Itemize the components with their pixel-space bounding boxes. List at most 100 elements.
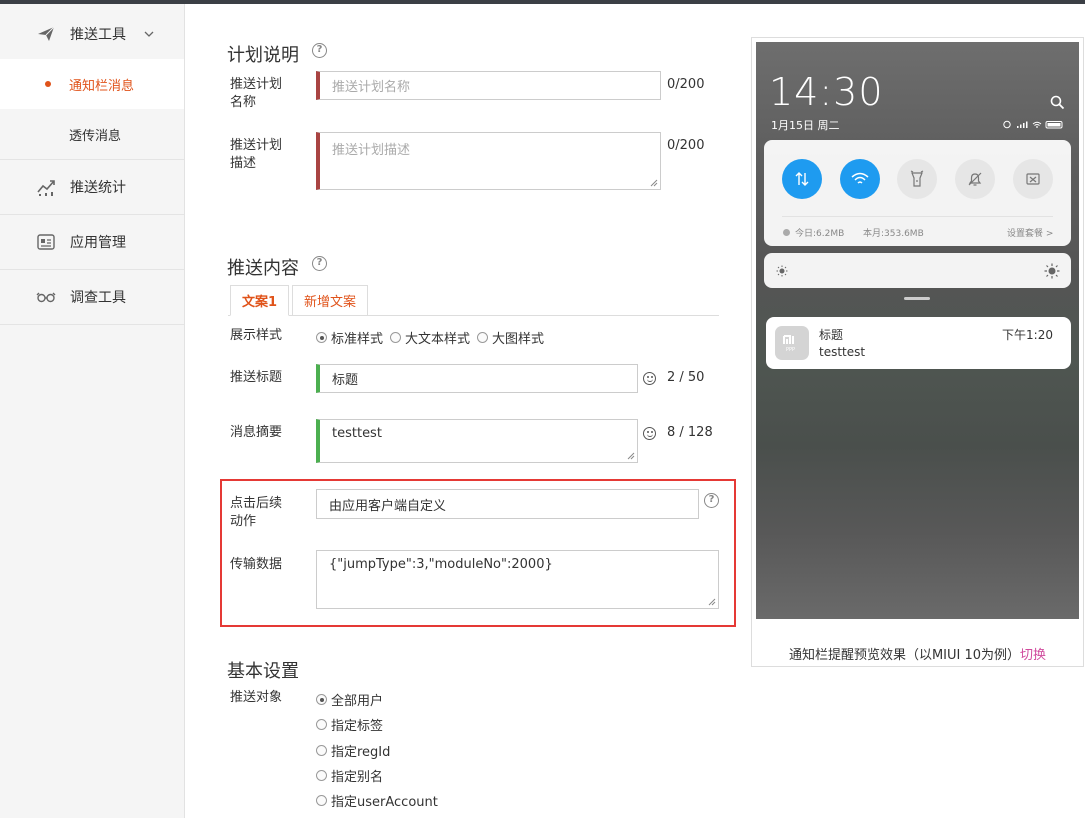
transfer-data-textarea[interactable]: {"jumpType":3,"moduleNo":2000} xyxy=(316,550,719,609)
glasses-icon xyxy=(36,292,56,303)
plan-desc-label: 推送计划描述 xyxy=(230,138,283,171)
help-icon[interactable]: ? xyxy=(312,43,327,58)
radio-target-all[interactable]: 全部用户 xyxy=(316,690,383,709)
sidebar-item-label: 推送工具 xyxy=(70,27,126,43)
notification-card[interactable]: PPP 标题 testtest 下午1:20 xyxy=(766,317,1071,369)
radio-label: 标准样式 xyxy=(331,332,384,347)
style-label: 展示样式 xyxy=(230,328,283,343)
phone-screen: 14:30 1月15日 周二 今日:6.2MB 本月:353.6MB 设置套餐 … xyxy=(756,42,1079,619)
sidebar-item-label: 推送统计 xyxy=(70,180,126,196)
emoji-icon[interactable] xyxy=(643,427,656,440)
notification-title: 标题 xyxy=(819,328,844,342)
mute-toggle[interactable] xyxy=(955,159,995,199)
sidebar-item-notification-message[interactable]: 通知栏消息 xyxy=(0,59,184,109)
radio-target-useraccount[interactable]: 指定userAccount xyxy=(316,791,438,810)
radio-standard-style[interactable]: 标准样式 xyxy=(316,328,383,347)
radio-icon xyxy=(316,770,327,781)
radio-target-alias[interactable]: 指定别名 xyxy=(316,766,383,785)
radio-icon xyxy=(316,745,327,756)
content-section-title: 推送内容 xyxy=(227,258,299,279)
plan-settings-link[interactable]: 设置套餐 > xyxy=(1007,226,1053,239)
sidebar-item-label: 透传消息 xyxy=(69,128,122,144)
sidebar-item-label: 应用管理 xyxy=(70,235,126,251)
notification-time: 下午1:20 xyxy=(1002,328,1053,342)
radio-bigtext-style[interactable]: 大文本样式 xyxy=(390,328,470,347)
radio-icon xyxy=(477,332,488,343)
sidebar-item-app-management[interactable]: 应用管理 xyxy=(0,215,184,270)
sidebar-item-passthrough-message[interactable]: 透传消息 xyxy=(0,109,184,160)
basic-section-title: 基本设置 xyxy=(227,661,299,682)
plan-desc-counter: 0/200 xyxy=(667,138,705,153)
today-usage: 今日:6.2MB xyxy=(795,229,845,239)
active-dot xyxy=(45,81,51,87)
switch-link[interactable]: 切换 xyxy=(1020,648,1046,663)
help-icon[interactable]: ? xyxy=(704,493,719,508)
summary-label: 消息摘要 xyxy=(230,425,283,440)
click-action-label: 点击后续动作 xyxy=(230,496,283,529)
plan-section-title: 计划说明 xyxy=(227,45,299,66)
brightness-bar[interactable] xyxy=(764,253,1071,288)
summary-textarea[interactable]: testtest xyxy=(316,419,638,463)
radio-bigimage-style[interactable]: 大图样式 xyxy=(477,328,544,347)
flashlight-icon xyxy=(910,170,924,187)
content-tabs: 文案1 新增文案 xyxy=(228,285,719,316)
tab-copy-1[interactable]: 文案1 xyxy=(230,285,289,316)
emoji-icon[interactable] xyxy=(643,372,656,385)
caption-text: 通知栏提醒预览效果（以MIUI 10为例） xyxy=(788,648,1021,663)
status-icons xyxy=(1003,120,1063,129)
radio-target-tag[interactable]: 指定标签 xyxy=(316,715,383,734)
quick-settings-panel: 今日:6.2MB 本月:353.6MB 设置套餐 > xyxy=(764,140,1071,246)
radio-icon xyxy=(390,332,401,343)
radio-target-regid[interactable]: 指定regId xyxy=(316,741,390,760)
plan-name-label: 推送计划名称 xyxy=(230,77,283,110)
drag-handle[interactable] xyxy=(904,297,930,300)
paper-plane-icon xyxy=(38,26,55,41)
resize-handle-icon[interactable] xyxy=(627,452,635,460)
transfer-data-value: {"jumpType":3,"moduleNo":2000} xyxy=(329,557,553,572)
radio-icon xyxy=(316,332,327,343)
resize-handle-icon[interactable] xyxy=(708,598,716,606)
push-title-label: 推送标题 xyxy=(230,370,283,385)
radio-label: 指定别名 xyxy=(331,770,384,785)
plan-name-input[interactable]: 推送计划名称 xyxy=(316,71,661,100)
bell-off-icon xyxy=(968,172,982,186)
radio-icon xyxy=(316,719,327,730)
wifi-toggle[interactable] xyxy=(840,159,880,199)
app-card-icon xyxy=(37,234,55,250)
radio-label: 大文本样式 xyxy=(405,332,471,347)
help-icon[interactable]: ? xyxy=(312,256,327,271)
summary-value: testtest xyxy=(332,426,382,441)
preview-panel: 14:30 1月15日 周二 今日:6.2MB 本月:353.6MB 设置套餐 … xyxy=(751,37,1084,667)
wifi-icon xyxy=(851,172,869,184)
stats-icon xyxy=(37,180,55,196)
mi-app-icon: PPP xyxy=(775,326,809,360)
preview-caption: 通知栏提醒预览效果（以MIUI 10为例）切换 xyxy=(752,644,1083,663)
plan-name-counter: 0/200 xyxy=(667,77,705,92)
screenshot-icon xyxy=(1026,173,1040,185)
radio-icon xyxy=(316,694,327,705)
svg-text:PPP: PPP xyxy=(786,347,795,353)
sidebar-item-survey-tools[interactable]: 调查工具 xyxy=(0,270,184,325)
search-icon xyxy=(1050,95,1065,110)
mobile-data-toggle[interactable] xyxy=(782,159,822,199)
sidebar-item-push-tools[interactable]: 推送工具 xyxy=(0,7,184,62)
notification-body: testtest xyxy=(819,345,866,359)
target-label: 推送对象 xyxy=(230,690,283,705)
radio-label: 指定userAccount xyxy=(331,795,438,810)
tab-add-copy[interactable]: 新增文案 xyxy=(292,285,368,316)
clock-time: 14:30 xyxy=(769,70,884,114)
screenshot-toggle[interactable] xyxy=(1013,159,1053,199)
click-action-select[interactable]: 由应用客户端自定义 xyxy=(316,489,699,519)
brightness-high-icon xyxy=(1044,263,1060,279)
radio-label: 大图样式 xyxy=(492,332,545,347)
sidebar-item-push-stats[interactable]: 推送统计 xyxy=(0,160,184,215)
flashlight-toggle[interactable] xyxy=(897,159,937,199)
plan-desc-textarea[interactable]: 推送计划描述 xyxy=(316,132,661,190)
radio-label: 指定regId xyxy=(331,745,391,760)
sidebar-item-label: 调查工具 xyxy=(70,290,126,306)
radio-label: 指定标签 xyxy=(331,719,384,734)
push-title-input[interactable]: 标题 xyxy=(316,364,638,393)
month-usage: 本月:353.6MB xyxy=(863,229,924,239)
resize-handle-icon[interactable] xyxy=(650,179,658,187)
clock-date: 1月15日 周二 xyxy=(771,119,840,132)
